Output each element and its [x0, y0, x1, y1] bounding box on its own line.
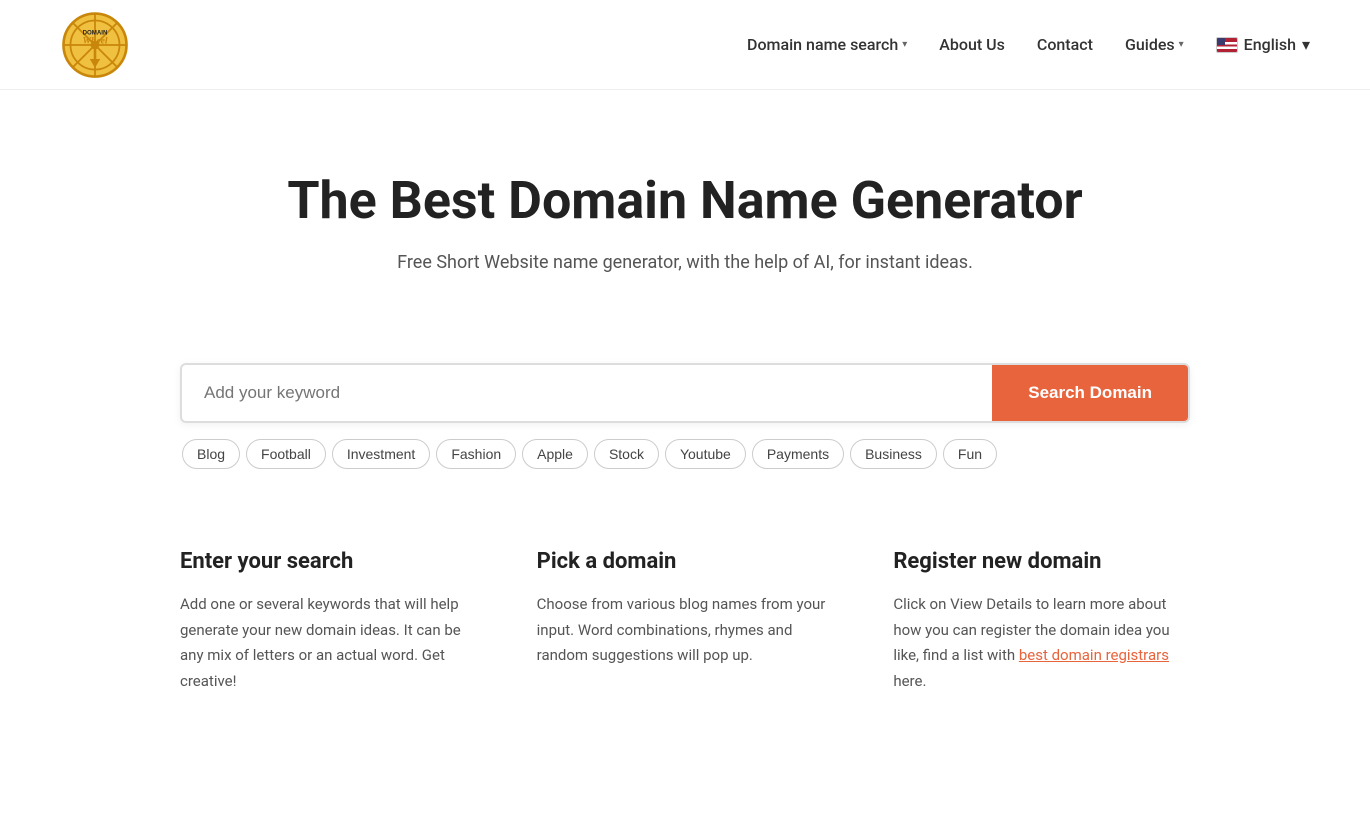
keyword-tag-fashion[interactable]: Fashion	[436, 439, 516, 469]
best-registrars-link[interactable]: best domain registrars	[1019, 646, 1169, 664]
hero-title: The Best Domain Name Generator	[40, 170, 1330, 232]
search-domain-button[interactable]: Search Domain	[992, 365, 1188, 421]
nav-contact[interactable]: Contact	[1037, 35, 1093, 54]
keyword-tag-apple[interactable]: Apple	[522, 439, 588, 469]
info-section: Enter your search Add one or several key…	[140, 549, 1230, 754]
svg-text:Wheel: Wheel	[82, 35, 107, 46]
language-selector[interactable]: English ▾	[1216, 35, 1310, 54]
info-card-register-domain-title: Register new domain	[893, 549, 1190, 574]
hero-subtitle: Free Short Website name generator, with …	[40, 252, 1330, 273]
keyword-tag-business[interactable]: Business	[850, 439, 937, 469]
nav-domain-search[interactable]: Domain name search ▾	[747, 35, 907, 54]
keyword-tag-football[interactable]: Football	[246, 439, 326, 469]
info-card-enter-search-body: Add one or several keywords that will he…	[180, 592, 477, 694]
info-card-enter-search-title: Enter your search	[180, 549, 477, 574]
main-nav: Domain name search ▾ About Us Contact Gu…	[747, 35, 1310, 54]
site-header: DOMAIN Wheel Domain name search ▾ About …	[0, 0, 1370, 90]
keyword-tag-stock[interactable]: Stock	[594, 439, 659, 469]
search-section: Search Domain BlogFootballInvestmentFash…	[140, 363, 1230, 469]
logo[interactable]: DOMAIN Wheel	[60, 10, 130, 80]
keyword-tag-blog[interactable]: Blog	[182, 439, 240, 469]
us-flag-icon	[1216, 37, 1238, 53]
chevron-down-icon: ▾	[902, 39, 907, 50]
search-input[interactable]	[182, 365, 992, 421]
info-card-pick-domain-title: Pick a domain	[537, 549, 834, 574]
chevron-down-icon-lang: ▾	[1302, 35, 1310, 54]
register-body-suffix: here.	[893, 672, 926, 690]
info-card-register-domain: Register new domain Click on View Detail…	[893, 549, 1190, 694]
info-card-enter-search: Enter your search Add one or several key…	[180, 549, 477, 694]
search-bar: Search Domain	[180, 363, 1190, 423]
chevron-down-icon-guides: ▾	[1179, 39, 1184, 50]
info-card-pick-domain-body: Choose from various blog names from your…	[537, 592, 834, 669]
logo-icon: DOMAIN Wheel	[60, 10, 130, 80]
info-card-register-domain-body: Click on View Details to learn more abou…	[893, 592, 1190, 694]
hero-section: The Best Domain Name Generator Free Shor…	[0, 90, 1370, 363]
keyword-tags: BlogFootballInvestmentFashionAppleStockY…	[180, 439, 1190, 469]
keyword-tag-fun[interactable]: Fun	[943, 439, 997, 469]
nav-guides[interactable]: Guides ▾	[1125, 35, 1184, 54]
keyword-tag-payments[interactable]: Payments	[752, 439, 844, 469]
info-card-pick-domain: Pick a domain Choose from various blog n…	[537, 549, 834, 694]
keyword-tag-youtube[interactable]: Youtube	[665, 439, 746, 469]
nav-about[interactable]: About Us	[939, 35, 1005, 54]
keyword-tag-investment[interactable]: Investment	[332, 439, 430, 469]
